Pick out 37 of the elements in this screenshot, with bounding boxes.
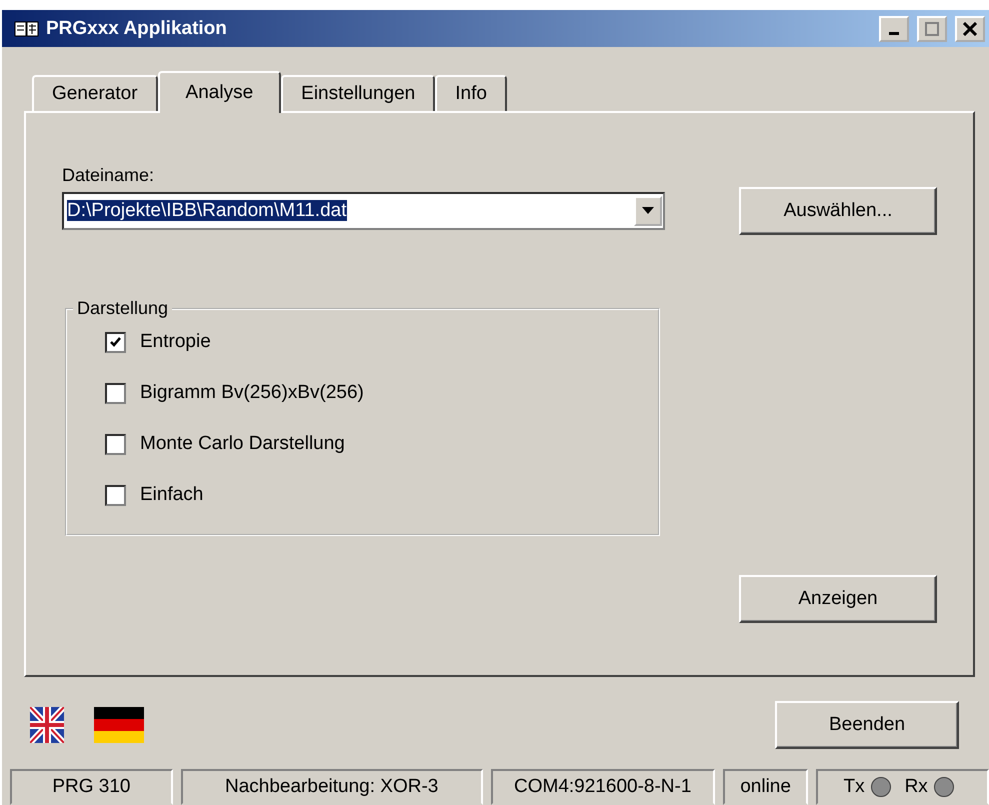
close-button[interactable] (955, 16, 985, 42)
show-button[interactable]: Anzeigen (739, 575, 937, 624)
status-bar-cell: online (722, 769, 808, 805)
checkbox[interactable] (105, 484, 126, 506)
app-icon (14, 18, 40, 39)
maximize-icon (925, 22, 939, 36)
checkbox-label: Entropie (140, 331, 211, 354)
tab[interactable]: Einstellungen (281, 75, 436, 112)
status-bar-cell: COM4:921600-8-N-1 (490, 769, 715, 805)
exit-button[interactable]: Beenden (775, 701, 959, 750)
dropdown-button[interactable] (634, 196, 662, 226)
checkbox[interactable] (105, 434, 126, 455)
minimize-button[interactable] (879, 16, 909, 42)
checkbox-label: Bigramm Bv(256)xBv(256) (140, 382, 364, 404)
check-icon (109, 336, 122, 349)
file-name-label: Dateiname: (62, 165, 156, 186)
german-flag-icon[interactable] (94, 707, 144, 744)
select-button[interactable]: Auswählen... (739, 187, 937, 236)
led-label: Rx (904, 776, 928, 798)
minimize-icon (889, 32, 899, 35)
file-name-combobox[interactable]: D:\Projekte\IBB\Random\M11.dat (62, 192, 665, 230)
tab[interactable]: Info (435, 75, 507, 112)
group-title: Darstellung (76, 298, 170, 320)
close-icon (963, 22, 977, 36)
maximize-button[interactable] (917, 16, 947, 42)
caret-icon (642, 207, 654, 216)
status-bar-cell: PRG 310 (10, 769, 173, 805)
checkbox[interactable] (105, 332, 126, 353)
led-label: Tx (843, 776, 865, 798)
checkbox-label: Einfach (140, 484, 204, 506)
window-title: PRGxxx Applikation (46, 18, 228, 40)
english-flag-icon[interactable] (30, 707, 64, 744)
checkbox[interactable] (105, 382, 126, 404)
tab[interactable]: Generator (32, 75, 158, 112)
status-bar-cell: Nachbearbeitung: XOR-3 (180, 769, 483, 805)
tab[interactable]: Analyse (158, 71, 282, 114)
checkbox-label: Monte Carlo Darstellung (140, 433, 345, 456)
